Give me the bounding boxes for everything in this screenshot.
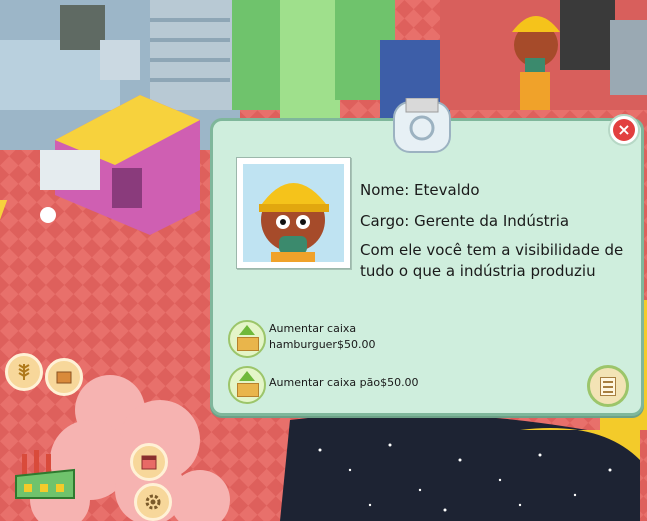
clipboard-clip — [393, 98, 451, 153]
crate-button[interactable] — [45, 358, 83, 396]
factory-button[interactable] — [14, 440, 76, 502]
close-icon: × — [613, 119, 635, 141]
crate-icon — [56, 371, 72, 384]
manager-avatar — [243, 164, 344, 262]
box-icon — [237, 383, 259, 397]
list-button[interactable] — [587, 365, 629, 407]
upgrade-label-line2: hamburguer$50.00 — [269, 338, 376, 351]
upgrade-arrow-icon — [239, 325, 255, 335]
employee-description-line2: tudo o que a indústria produziu — [360, 262, 596, 280]
employee-name: Nome: Etevaldo — [360, 181, 480, 199]
employee-portrait — [236, 157, 351, 269]
upgrade-label: Aumentar caixa pão$50.00 — [269, 376, 419, 389]
employee-role: Cargo: Gerente da Indústria — [360, 212, 570, 230]
box-icon — [237, 337, 259, 351]
calendar-icon — [141, 455, 157, 470]
upgrade-arrow-icon — [239, 371, 255, 381]
close-button[interactable]: × — [608, 114, 640, 146]
grain-icon — [18, 364, 30, 380]
list-icon — [600, 377, 616, 396]
calendar-button[interactable] — [130, 443, 168, 481]
upgrade-bread-box-button[interactable] — [228, 366, 266, 404]
grain-button[interactable] — [5, 353, 43, 391]
employee-description-line1: Com ele você tem a visibilidade de — [360, 241, 624, 259]
factory-icon — [15, 450, 75, 499]
upgrade-label-line1: Aumentar caixa — [269, 322, 357, 335]
gear-icon — [145, 494, 161, 510]
upgrade-hamburger-box-button[interactable] — [228, 320, 266, 358]
settings-button[interactable] — [134, 483, 172, 521]
